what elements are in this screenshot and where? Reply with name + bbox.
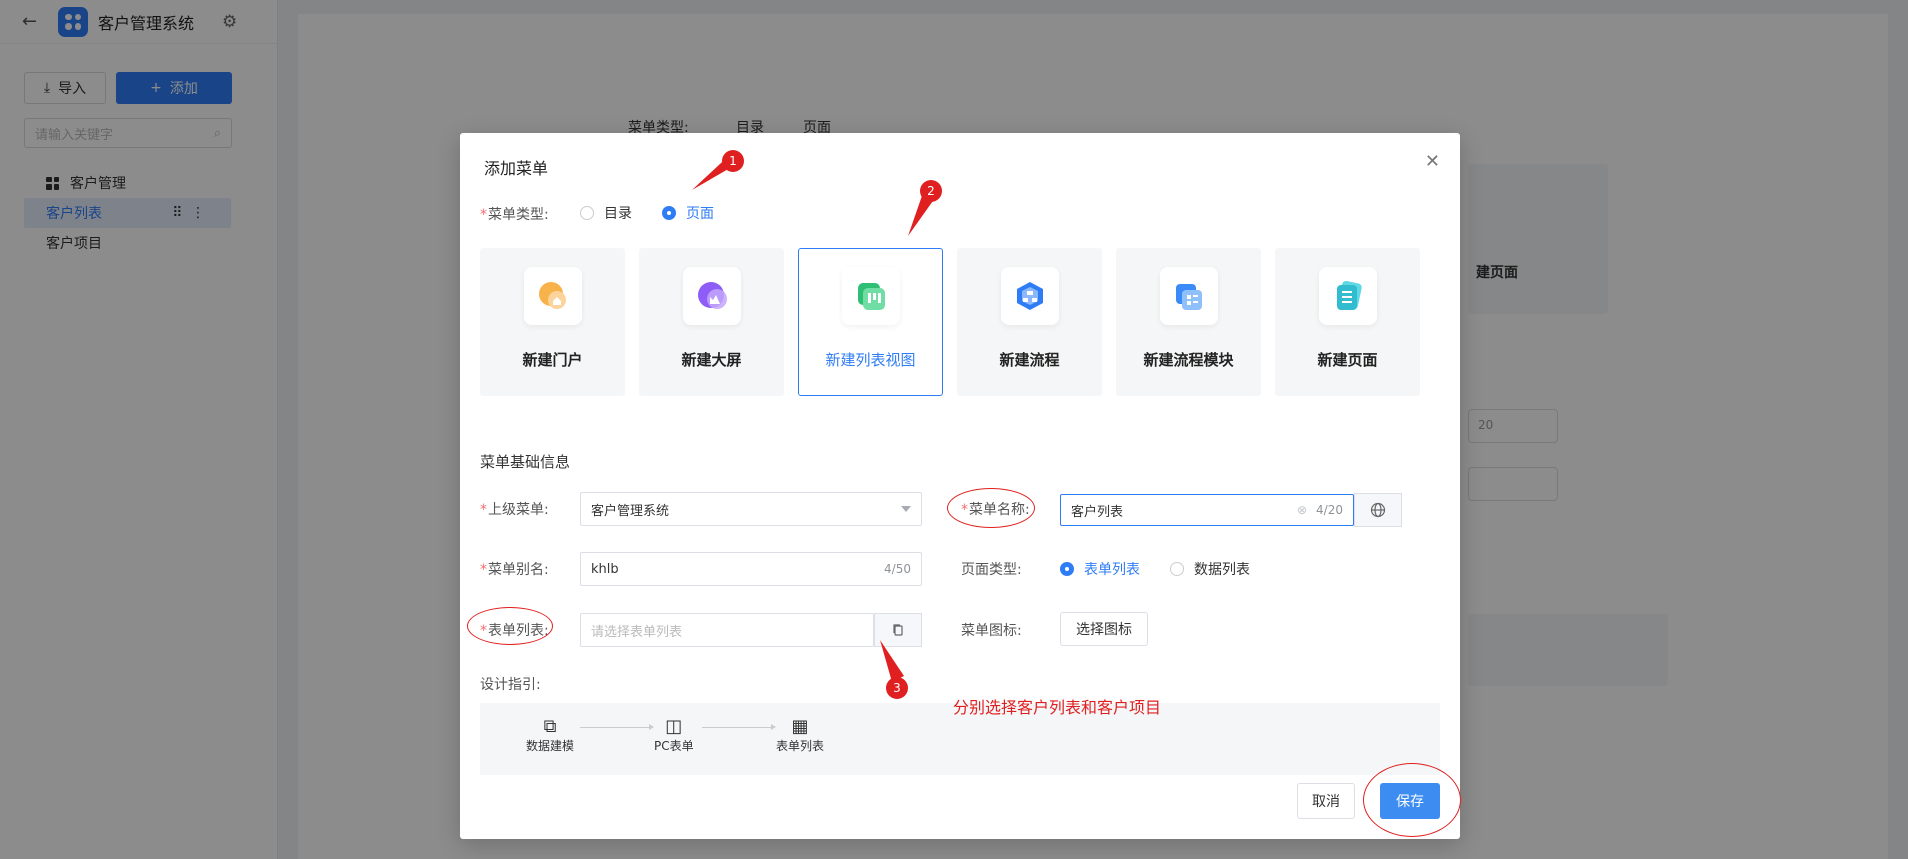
annotation-circle-form-list — [467, 607, 553, 645]
annotation-circle-menu-name — [947, 488, 1035, 528]
annotation-circle-save — [1363, 763, 1461, 837]
annotation-badge-3: 3 — [886, 677, 908, 699]
annotation-pointers — [692, 150, 935, 682]
annotation-badge-1: 1 — [722, 150, 744, 172]
annotation-note: 分别选择客户列表和客户项目 — [953, 698, 1162, 717]
annotation-badge-2: 2 — [920, 180, 942, 202]
annotation-pointer-3 — [880, 640, 904, 682]
